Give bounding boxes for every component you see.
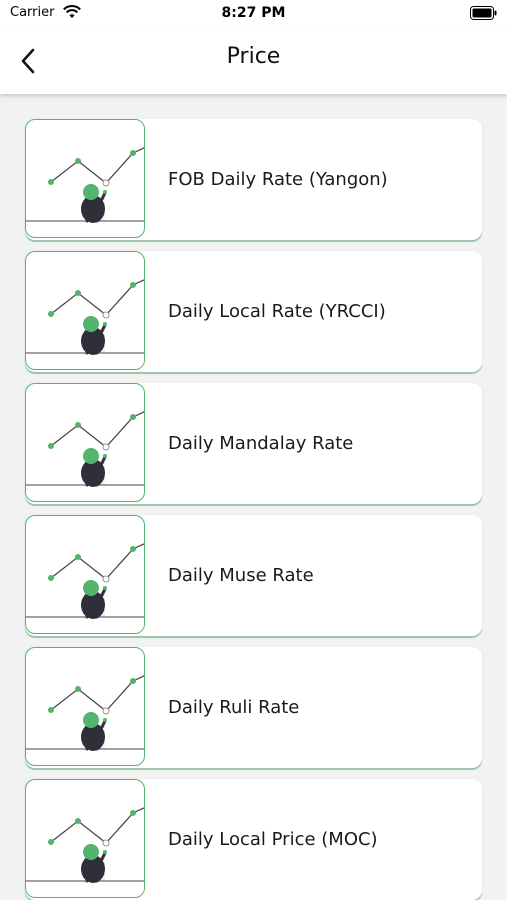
list-item-label: Daily Local Rate (YRCCI) — [168, 301, 386, 322]
price-chart-illustration — [25, 383, 145, 502]
price-chart-illustration — [25, 779, 145, 898]
list-item-label: Daily Ruli Rate — [168, 697, 300, 718]
list-item-daily-ruli-rate[interactable]: Daily Ruli Rate — [25, 647, 482, 768]
chart-illustration-svg — [26, 807, 144, 883]
battery-icon — [470, 6, 497, 20]
list-item-label: Daily Muse Rate — [168, 565, 314, 586]
price-chart-illustration — [25, 647, 145, 766]
price-chart-illustration — [25, 515, 145, 634]
list-item-label: Daily Mandalay Rate — [168, 433, 354, 454]
chart-illustration-svg — [26, 279, 144, 355]
list-item-daily-mandalay-rate[interactable]: Daily Mandalay Rate — [25, 383, 482, 504]
list-item-daily-local-price-moc[interactable]: Daily Local Price (MOC) — [25, 779, 482, 900]
status-bar: Carrier 8:27 PM — [0, 0, 507, 28]
list-item-daily-local-rate-yrcci[interactable]: Daily Local Rate (YRCCI) — [25, 251, 482, 372]
list-item-fob-daily-rate[interactable]: FOB Daily Rate (Yangon) — [25, 119, 482, 240]
chart-illustration-svg — [26, 147, 144, 223]
list-item-daily-muse-rate[interactable]: Daily Muse Rate — [25, 515, 482, 636]
status-time: 8:27 PM — [221, 5, 286, 21]
price-chart-illustration — [25, 119, 145, 238]
price-list: FOB Daily Rate (Yangon) Daily Local Rate… — [0, 94, 507, 900]
list-item-label: FOB Daily Rate (Yangon) — [168, 169, 388, 190]
navigation-bar: Price — [0, 28, 507, 94]
list-item-label: Daily Local Price (MOC) — [168, 829, 378, 850]
chart-illustration-svg — [26, 675, 144, 751]
chart-illustration-svg — [26, 411, 144, 487]
chart-illustration-svg — [26, 543, 144, 619]
page-title: Price — [226, 44, 281, 69]
price-chart-illustration — [25, 251, 145, 370]
